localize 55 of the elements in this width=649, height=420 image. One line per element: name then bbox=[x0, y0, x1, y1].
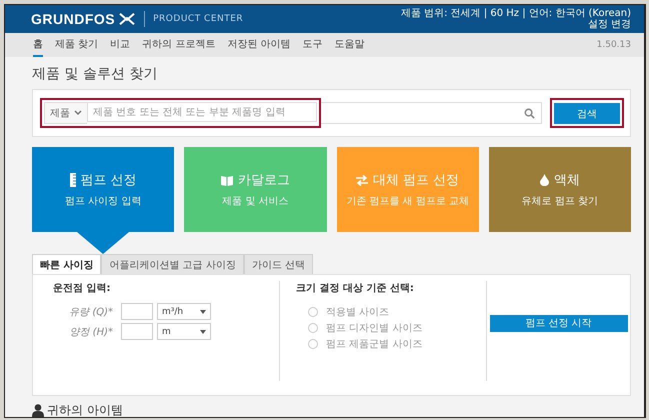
nav-item[interactable]: 홈 bbox=[33, 33, 43, 57]
tile-title: 액체 bbox=[554, 172, 580, 189]
search-icon bbox=[524, 108, 535, 118]
nav-item[interactable]: 귀하의 프로젝트 bbox=[142, 33, 216, 57]
nav-item[interactable]: 비교 bbox=[110, 33, 130, 57]
product-name: PRODUCT CENTER bbox=[153, 14, 244, 24]
tab[interactable]: 가이드 선택 bbox=[244, 254, 314, 274]
book-icon bbox=[220, 174, 233, 186]
page-title: 제품 및 솔루션 찾기 bbox=[32, 65, 158, 83]
person-icon bbox=[32, 404, 44, 417]
tile-subtitle: 기존 펌프를 새 펌프로 교체 bbox=[346, 195, 469, 208]
logo[interactable]: GRUNDFOS bbox=[31, 11, 116, 27]
logo-mark-icon bbox=[118, 12, 136, 26]
radio-button[interactable] bbox=[308, 307, 318, 317]
field-label: 양정 (H)* bbox=[68, 326, 113, 338]
search-field[interactable]: 제품 번호 또는 전체 또는 부분 제품명 입력 bbox=[87, 102, 317, 122]
search-button[interactable]: 검색 bbox=[554, 103, 620, 124]
option-label: 펌프 디자인별 사이즈 bbox=[326, 322, 422, 335]
tile-title: 카달로그 bbox=[238, 172, 290, 189]
option-label: 펌프 제품군별 사이즈 bbox=[326, 338, 422, 351]
section-heading: 운전점 입력: bbox=[53, 282, 112, 295]
dropdown-arrow-icon bbox=[200, 330, 206, 334]
tile-title: 대체 펌프 선정 bbox=[372, 172, 460, 189]
option-label: 적용별 사이즈 bbox=[326, 306, 390, 319]
tab[interactable]: 어플리케이션별 고급 사이징 bbox=[101, 254, 244, 274]
unit-dropdown[interactable]: m³/h bbox=[157, 303, 211, 320]
start-selection-button[interactable]: 펌프 선정 시작 bbox=[490, 314, 628, 332]
nav-item[interactable]: 도움말 bbox=[334, 33, 365, 57]
ruler-icon bbox=[70, 173, 76, 187]
nav-item[interactable]: 도구 bbox=[302, 33, 323, 57]
input-field[interactable] bbox=[121, 323, 153, 340]
input-field[interactable] bbox=[121, 303, 153, 320]
drop-icon bbox=[540, 174, 549, 186]
chevron-down-icon bbox=[74, 110, 82, 116]
tile-title: 펌프 선정 bbox=[80, 172, 137, 189]
tile-subtitle: 펌프 사이징 입력 bbox=[64, 195, 142, 208]
tab[interactable]: 빠른 사이징 bbox=[32, 254, 102, 274]
settings-summary: 제품 범위: 전세계 | 60 Hz | 언어: 한국어 (Korean) bbox=[400, 8, 631, 19]
category-tile[interactable]: 액체 유체로 펌프 찾기 bbox=[488, 147, 631, 232]
section-title: 귀하의 아이템 bbox=[47, 402, 123, 417]
tile-subtitle: 제품 및 서비스 bbox=[222, 195, 289, 208]
change-settings-link[interactable]: 설정 변경 bbox=[588, 19, 631, 30]
dropdown-arrow-icon bbox=[200, 310, 206, 314]
nav-item[interactable]: 제품 찾기 bbox=[55, 33, 98, 57]
radio-button[interactable] bbox=[308, 323, 318, 333]
version-number: 1.50.13 bbox=[596, 40, 631, 50]
section-heading: 크기 결정 대상 기준 선택: bbox=[296, 282, 415, 295]
swap-arrows-icon bbox=[356, 174, 368, 186]
field-label: 유량 (Q)* bbox=[68, 306, 113, 318]
nav-item[interactable]: 저장된 아이템 bbox=[227, 33, 291, 57]
pointer-arrow-icon bbox=[77, 232, 130, 254]
radio-button[interactable] bbox=[308, 339, 318, 349]
unit-dropdown[interactable]: m bbox=[157, 323, 211, 340]
tile-subtitle: 유체로 펌프 찾기 bbox=[522, 195, 598, 208]
scope-dropdown[interactable]: 제품 bbox=[44, 102, 87, 124]
